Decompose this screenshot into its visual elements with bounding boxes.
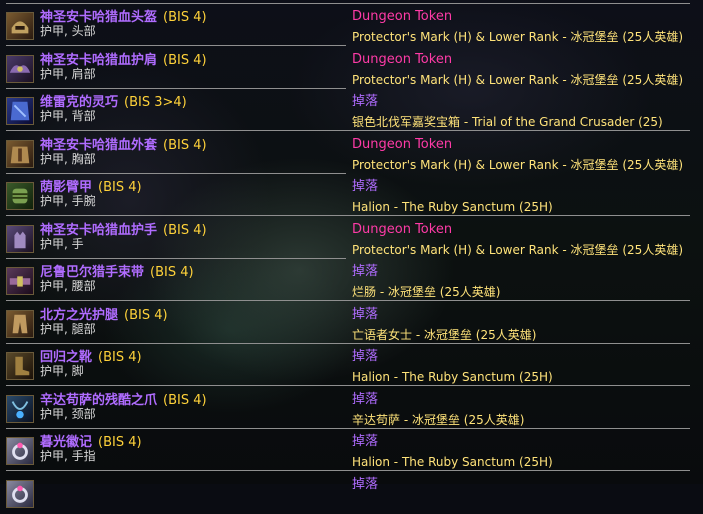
bis-tag: (BIS 4) bbox=[163, 222, 207, 238]
chest-icon[interactable] bbox=[6, 139, 34, 168]
drop-source-type: Dungeon Token bbox=[352, 51, 453, 67]
item-slot: 护甲, 腰部 bbox=[40, 279, 96, 293]
gloves-icon[interactable] bbox=[6, 224, 34, 253]
drop-source-detail: Protector's Mark (H) & Lower Rank - 冰冠堡垒… bbox=[352, 242, 683, 257]
item-slot: 护甲, 脚 bbox=[40, 364, 84, 378]
bis-tag: (BIS 4) bbox=[98, 180, 142, 195]
bis-tag: (BIS 3>4) bbox=[124, 95, 187, 110]
drop-source-detail: Protector's Mark (H) & Lower Rank - 冰冠堡垒… bbox=[352, 72, 683, 87]
ring-icon[interactable] bbox=[6, 437, 34, 465]
drop-source-type: 掉落 bbox=[352, 434, 379, 449]
drop-source-detail: 银色北伐军嘉奖宝箱 - Trial of the Grand Crusader … bbox=[352, 115, 663, 129]
list-item[interactable]: 掉落 bbox=[0, 472, 703, 514]
list-item[interactable]: 神圣安卡哈猎血护手 (BIS 4) 护甲, 手 Dungeon Token Protec… bbox=[0, 217, 703, 259]
list-item[interactable]: 回归之靴 (BIS 4) 护甲, 脚 掉落 Halion - The Ruby Sanc… bbox=[0, 344, 703, 386]
list-item[interactable]: 维雷克的灵巧 (BIS 3>4) 护甲, 背部 掉落银色北伐军嘉奖宝箱 - Trial… bbox=[0, 89, 703, 131]
bis-tag: (BIS 4) bbox=[163, 10, 207, 25]
belt-icon[interactable] bbox=[6, 267, 34, 295]
bis-tag: (BIS 4) bbox=[124, 307, 168, 323]
list-item[interactable]: 尼鲁巴尔猎手束带 (BIS 4) 护甲, 腰部 掉落烂肠 - 冰冠堡垒 (25人英雄) bbox=[0, 259, 703, 301]
legs-icon[interactable] bbox=[6, 309, 34, 338]
drop-source-type: Dungeon Token bbox=[352, 221, 453, 237]
shoulders-icon[interactable] bbox=[6, 54, 34, 83]
bis-tag: (BIS 4) bbox=[163, 52, 207, 68]
item-name-label[interactable]: 神圣安卡哈猎血头盔 bbox=[40, 10, 157, 25]
drop-source-type: 掉落 bbox=[352, 94, 379, 109]
drop-source-type: 掉落 bbox=[352, 349, 379, 364]
necklace-icon[interactable] bbox=[6, 394, 34, 423]
item-name-label[interactable]: 暮光徽记 bbox=[40, 435, 92, 450]
list-item[interactable]: 神圣安卡哈猎血护肩 (BIS 4) 护甲, 肩部 Dungeon Token Prote… bbox=[0, 47, 703, 89]
item-slot: 护甲, 腿部 bbox=[40, 321, 96, 336]
bis-tag: (BIS 4) bbox=[150, 265, 194, 280]
drop-source-type: 掉落 bbox=[352, 264, 379, 279]
item-slot: 护甲, 头部 bbox=[40, 24, 96, 38]
boots-icon[interactable] bbox=[6, 352, 34, 380]
item-name-label[interactable]: 北方之光护腿 bbox=[40, 308, 118, 323]
drop-source-detail: 亡语者女士 - 冰冠堡垒 (25人英雄) bbox=[352, 327, 537, 342]
bis-tag: (BIS 4) bbox=[163, 392, 207, 408]
drop-source-detail: 辛达苟萨 - 冰冠堡垒 (25人英雄) bbox=[352, 412, 525, 427]
helmet-icon[interactable] bbox=[6, 12, 34, 40]
item-name-label[interactable]: 神圣安卡哈猎血护手 bbox=[40, 223, 157, 238]
list-item[interactable]: 神圣安卡哈猎血外套 (BIS 4) 护甲, 胸部 Dungeon Token Prote… bbox=[0, 132, 703, 174]
item-name-label[interactable]: 荫影臂甲 bbox=[40, 180, 92, 195]
bis-tag: (BIS 4) bbox=[98, 435, 142, 450]
list-item[interactable]: 辛达苟萨的残酷之爪 (BIS 4) 护甲, 颈部 掉落辛达苟萨 - 冰冠堡垒 (25人… bbox=[0, 387, 703, 429]
item-slot: 护甲, 颈部 bbox=[40, 406, 96, 421]
drop-source-type: 掉落 bbox=[352, 476, 379, 492]
drop-source-detail: 烂肠 - 冰冠堡垒 (25人英雄) bbox=[352, 285, 501, 299]
item-name-label[interactable]: 神圣安卡哈猎血外套 bbox=[40, 138, 157, 153]
bis-tag: (BIS 4) bbox=[98, 350, 142, 365]
drop-source-detail: Halion - The Ruby Sanctum (25H) bbox=[352, 370, 553, 384]
bis-tag: (BIS 4) bbox=[163, 137, 207, 153]
list-item[interactable]: 北方之光护腿 (BIS 4) 护甲, 腿部 掉落亡语者女士 - 冰冠堡垒 (25人英雄… bbox=[0, 302, 703, 344]
drop-source-detail: Halion - The Ruby Sanctum (25H) bbox=[352, 200, 553, 214]
list-item[interactable]: 暮光徽记 (BIS 4) 护甲, 手指 掉落 Halion - The Ruby San… bbox=[0, 429, 703, 471]
list-item[interactable]: 荫影臂甲 (BIS 4) 护甲, 手腕 掉落 Halion - The Ruby San… bbox=[0, 174, 703, 216]
drop-source-type: 掉落 bbox=[352, 179, 379, 194]
item-slot: 护甲, 手指 bbox=[40, 449, 96, 463]
cloak-icon[interactable] bbox=[6, 97, 34, 125]
list-item[interactable]: 神圣安卡哈猎血头盔 (BIS 4) 护甲, 头部 Dungeon Token Prote… bbox=[0, 4, 703, 46]
drop-source-type: 掉落 bbox=[352, 391, 379, 407]
drop-source-type: Dungeon Token bbox=[352, 136, 453, 152]
item-name-label[interactable]: 神圣安卡哈猎血护肩 bbox=[40, 53, 157, 68]
item-slot: 护甲, 肩部 bbox=[40, 66, 96, 81]
item-name-label[interactable]: 回归之靴 bbox=[40, 350, 92, 365]
bracers-icon[interactable] bbox=[6, 182, 34, 210]
item-name-label[interactable]: 辛达苟萨的残酷之爪 bbox=[40, 393, 157, 408]
item-slot: 护甲, 手 bbox=[40, 236, 84, 251]
item-name-label[interactable]: 尼鲁巴尔猎手束带 bbox=[40, 265, 144, 280]
item-slot: 护甲, 背部 bbox=[40, 109, 96, 123]
item-name-label[interactable]: 维雷克的灵巧 bbox=[40, 95, 118, 110]
drop-source-detail: Halion - The Ruby Sanctum (25H) bbox=[352, 455, 553, 469]
drop-source-type: 掉落 bbox=[352, 306, 379, 322]
drop-source-detail: Protector's Mark (H) & Lower Rank - 冰冠堡垒… bbox=[352, 30, 683, 44]
item-slot: 护甲, 手腕 bbox=[40, 194, 96, 208]
drop-source-type: Dungeon Token bbox=[352, 9, 453, 24]
drop-source-detail: Protector's Mark (H) & Lower Rank - 冰冠堡垒… bbox=[352, 157, 683, 172]
item-slot: 护甲, 胸部 bbox=[40, 151, 96, 166]
